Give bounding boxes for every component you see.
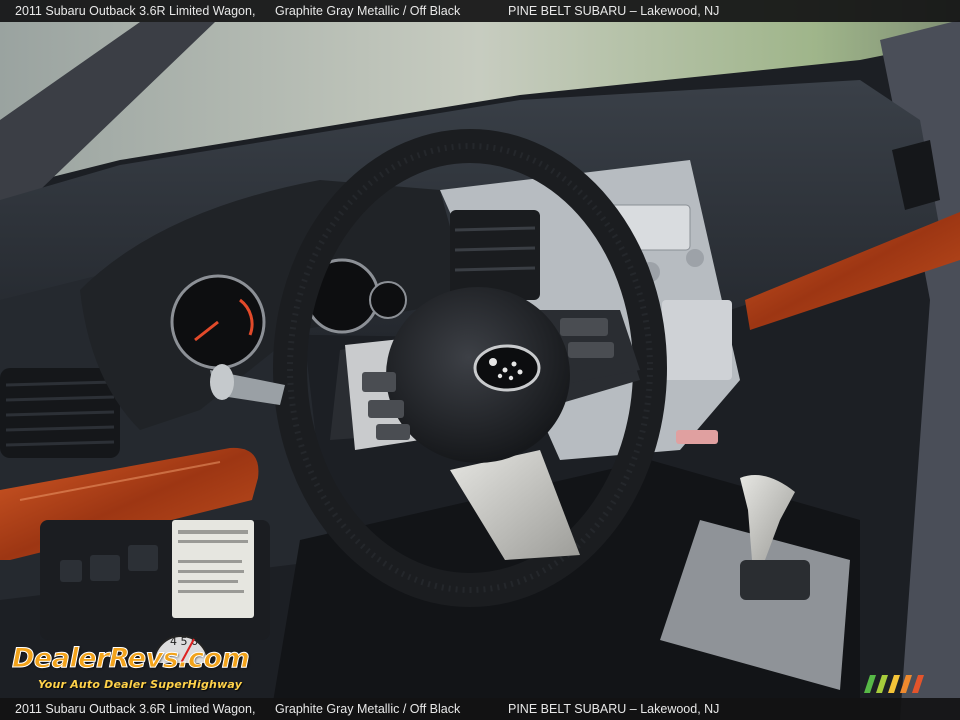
watermark-logo: DealerRevs.com: [11, 643, 250, 675]
watermark-tagline: Your Auto Dealer SuperHighway: [38, 678, 243, 691]
caption-vehicle: 2011 Subaru Outback 3.6R Limited Wagon,: [15, 4, 256, 18]
caption-colors: Graphite Gray Metallic / Off Black: [275, 4, 461, 18]
caption-dealer-bottom: PINE BELT SUBARU – Lakewood, NJ: [508, 702, 720, 716]
caption-bar-top: 2011 Subaru Outback 3.6R Limited Wagon, …: [0, 0, 960, 22]
dealerrevs-watermark: 4 5 6 DealerRevs.com Your Auto Dealer Su…: [11, 625, 268, 697]
caption-colors-bottom: Graphite Gray Metallic / Off Black: [275, 702, 461, 716]
interior-photo: [0, 0, 960, 720]
caption-dealer: PINE BELT SUBARU – Lakewood, NJ: [508, 4, 720, 18]
stripes-logo-icon: [864, 675, 924, 693]
caption-vehicle-bottom: 2011 Subaru Outback 3.6R Limited Wagon,: [15, 702, 256, 716]
caption-bar-bottom: 2011 Subaru Outback 3.6R Limited Wagon, …: [0, 698, 960, 720]
subaru-logo-icon: [473, 344, 541, 392]
